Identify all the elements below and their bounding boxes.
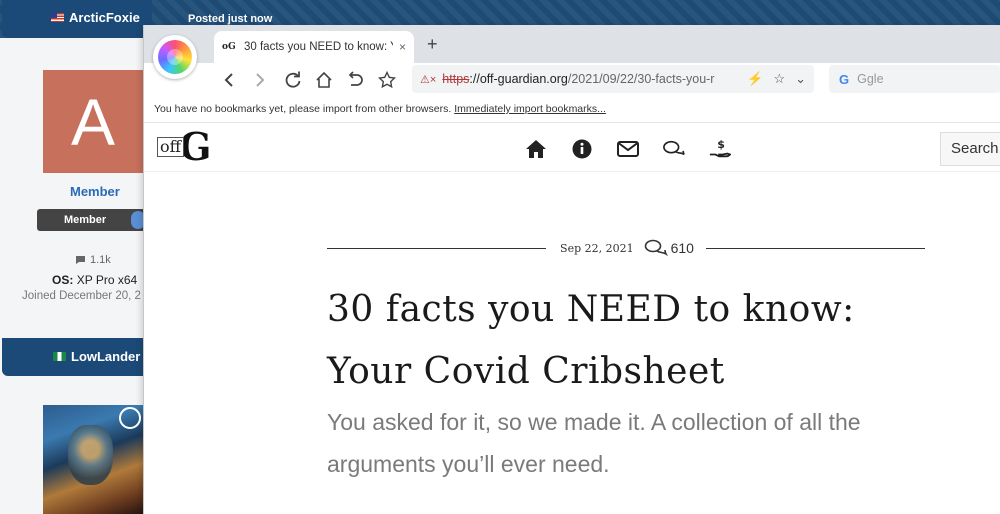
reload-button[interactable]	[280, 67, 306, 93]
search-box[interactable]: G Ggle	[829, 65, 1000, 93]
undo-icon	[348, 71, 363, 86]
svg-text:$: $	[717, 138, 725, 151]
user-role: Member	[70, 184, 120, 199]
divider	[327, 247, 547, 249]
us-flag-icon	[51, 13, 64, 22]
avatar-image[interactable]	[43, 405, 143, 514]
site-logo[interactable]: G off	[157, 127, 211, 167]
article-subtitle: You asked for it, so we made it. A colle…	[327, 409, 861, 477]
address-tools: ⚡ ☆ ⌄	[747, 71, 806, 87]
import-bookmarks-link[interactable]: Immediately import bookmarks...	[454, 103, 606, 115]
online-ring-icon	[119, 407, 141, 429]
donate-icon[interactable]: $	[709, 138, 731, 160]
comment-icon	[76, 256, 85, 264]
undo-close-button[interactable]	[342, 67, 368, 93]
search-placeholder: Ggle	[857, 72, 884, 86]
favorite-button[interactable]	[374, 67, 400, 93]
screen: ArcticFoxie Posted just now A Member Mem…	[0, 0, 1000, 514]
reload-icon	[285, 71, 301, 88]
comments-icon[interactable]	[663, 138, 685, 160]
os-line: OS: XP Pro x64	[52, 273, 137, 287]
tab-title: 30 facts you NEED to know: Y	[244, 41, 393, 53]
avatar[interactable]: A	[43, 70, 143, 173]
os-label: OS:	[52, 273, 74, 287]
username-arcticfoxie[interactable]: ArcticFoxie	[51, 10, 140, 25]
username-lowlander[interactable]: LowLander	[53, 349, 140, 364]
search-engine-icon: G	[839, 71, 850, 87]
post-count-value: 1.1k	[90, 254, 111, 266]
url-scheme: https	[442, 72, 470, 86]
article-title[interactable]: 30 facts you NEED to know: Your Covid Cr…	[327, 279, 947, 403]
comment-count-value: 610	[670, 240, 694, 256]
home-button[interactable]	[311, 67, 337, 93]
logo-off: off	[157, 137, 184, 157]
browser-tab[interactable]: oG 30 facts you NEED to know: Y ×	[214, 31, 414, 63]
avatar-letter: A	[70, 84, 116, 159]
forward-arrow-icon	[256, 73, 265, 87]
home-icon	[316, 71, 332, 88]
role-badge-label: Member	[64, 214, 107, 226]
navigation-toolbar: ⚠× https ://off-guardian.org /2021/09/22…	[144, 63, 1000, 97]
back-arrow-icon	[224, 73, 233, 87]
article-date: Sep 22, 2021	[560, 241, 634, 255]
url-path: /2021/09/22/30-facts-you-r	[567, 72, 715, 86]
role-badge: Member	[37, 209, 147, 231]
browser-logo-icon[interactable]	[153, 35, 197, 79]
back-button[interactable]	[216, 67, 242, 93]
lightning-icon[interactable]: ⚡	[747, 71, 763, 87]
bookmarks-bar: You have no bookmarks yet, please import…	[144, 97, 1000, 123]
address-bar[interactable]: ⚠× https ://off-guardian.org /2021/09/22…	[412, 65, 814, 93]
username-text: ArcticFoxie	[69, 10, 140, 25]
star-icon	[378, 71, 396, 89]
forward-button[interactable]	[247, 67, 273, 93]
site-header: G off $ Search	[144, 124, 1000, 172]
joined-date: Joined December 20, 2	[22, 290, 141, 302]
tab-strip: oG 30 facts you NEED to know: Y × +	[144, 25, 1000, 63]
insecure-lock-icon: ⚠×	[420, 73, 437, 86]
username-text: LowLander	[71, 349, 141, 364]
bookmark-star-icon[interactable]: ☆	[773, 71, 785, 87]
home-icon[interactable]	[525, 138, 547, 160]
info-icon[interactable]	[571, 138, 593, 160]
new-tab-button[interactable]: +	[427, 34, 438, 55]
offg-favicon-icon: oG	[222, 42, 236, 52]
site-search-input[interactable]: Search	[940, 132, 1000, 166]
posted-time: Posted just now	[188, 13, 273, 25]
close-tab-icon[interactable]: ×	[399, 40, 406, 54]
os-value: XP Pro x64	[76, 273, 138, 287]
bookmarks-message: You have no bookmarks yet, please import…	[154, 103, 452, 115]
article-meta: Sep 22, 2021 610	[327, 238, 925, 258]
mail-icon[interactable]	[617, 138, 639, 160]
comment-count[interactable]: 610	[644, 239, 694, 257]
site-nav: $	[525, 138, 731, 160]
comments-icon	[644, 239, 668, 257]
post-count: 1.1k	[75, 254, 111, 266]
flag-icon	[53, 352, 66, 361]
url-host: ://off-guardian.org	[469, 72, 568, 86]
divider	[705, 247, 925, 249]
chevron-down-icon[interactable]: ⌄	[795, 71, 806, 87]
browser-window: oG 30 facts you NEED to know: Y × + ⚠× h…	[143, 25, 1000, 514]
